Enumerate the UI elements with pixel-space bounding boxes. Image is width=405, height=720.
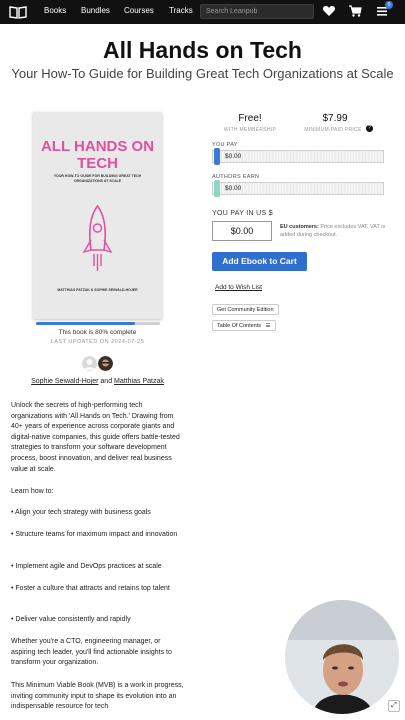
eu-vat-note: EU customers: Price excludes VAT. VAT is… [280,223,390,239]
description-paragraph: Learn how to: [11,488,54,495]
description-paragraph: Unlock the secrets of high-performing te… [11,402,180,473]
nav-bundles-link[interactable]: Bundles [81,6,110,15]
cover-subtitle: YOUR HOW-TO GUIDE FOR BUILDING GREAT TEC… [53,174,142,183]
bullet-item: • Implement agile and DevOps practices a… [11,563,162,570]
free-caption: WITH MEMBERSHIP [223,127,277,133]
cover-authors: MATTHIAS PATZAK & SOPHIE SEIWALD-HOJER [57,288,138,292]
top-nav: Books Bundles Courses Tracks Search Lean… [0,0,405,24]
author-avatar[interactable] [82,356,97,371]
min-price: $7.99 [322,113,348,124]
heart-icon[interactable] [322,4,336,18]
nav-books-link[interactable]: Books [44,6,66,15]
bullet-item: • Align your tech strategy with business… [11,509,151,516]
help-icon[interactable]: ? [366,125,373,132]
description-paragraph: This Minimum Viable Book (MVB) is a work… [11,682,184,711]
you-pay-slider[interactable]: $0.00 [212,148,384,165]
page-title: All Hands on Tech [103,37,302,63]
book-logo-icon[interactable] [9,5,27,19]
authors-earn-slider[interactable]: $0.00 [212,180,384,197]
expand-icon[interactable]: ⤢ [388,700,400,712]
presenter-image [285,600,399,714]
cart-icon[interactable] [348,4,362,18]
add-to-cart-button[interactable]: Add Ebook to Cart [212,252,307,271]
pay-in-label: YOU PAY IN US $ [212,210,273,217]
description-paragraph: Whether you're a CTO, engineering manage… [11,638,172,667]
slider-handle[interactable] [214,180,220,197]
nav-courses-link[interactable]: Courses [124,6,154,15]
authors-line: Sophie Seiwald-Hojer and Matthias Patzak [0,378,195,385]
authors-earn-value: $0.00 [225,185,242,192]
author-link[interactable]: Matthias Patzak [114,378,164,385]
authors-and: and [100,378,113,385]
completion-text: This book is 80% complete [58,329,137,336]
community-edition-button[interactable]: Get Community Edition [212,304,279,315]
author-link[interactable]: Sophie Seiwald-Hojer [31,378,98,385]
toc-button[interactable]: Table Of Contents ☰ [212,320,276,331]
last-updated: LAST UPDATED ON 2024-07-25 [50,339,145,345]
price-input[interactable]: $0.00 [212,221,272,241]
min-caption: MINIMUM PAID PRICE [304,127,362,133]
free-price: Free! [238,113,262,124]
toc-label: Table Of Contents [217,323,262,329]
bullet-item: • Foster a culture that attracts and ret… [11,585,170,592]
cover-title: ALL HANDS ON TECH [40,138,155,172]
nav-tracks-link[interactable]: Tracks [169,6,193,15]
wishlist-link[interactable]: Add to Wish List [215,284,262,291]
menu-badge: 0 [385,1,393,9]
bullet-item: • Deliver value consistently and rapidly [11,616,131,623]
completion-progress-fill [36,322,136,325]
book-cover[interactable]: ALL HANDS ON TECH YOUR HOW-TO GUIDE FOR … [33,112,162,319]
bullet-item: • Structure teams for maximum impact and… [11,531,178,538]
page-subtitle: Your How-To Guide for Building Great Tec… [11,66,394,81]
author-video[interactable] [285,600,399,714]
authors-earn-label: AUTHORS EARN [212,174,260,180]
slider-handle[interactable] [214,148,220,165]
author-avatar[interactable] [98,356,113,371]
completion-progress-bar [36,322,160,325]
list-icon: ☰ [265,323,271,329]
you-pay-value: $0.00 [225,153,242,160]
rocket-icon [82,204,113,271]
search-input[interactable]: Search Leanpub [200,4,314,19]
eu-note-bold: EU customers: [280,224,319,230]
